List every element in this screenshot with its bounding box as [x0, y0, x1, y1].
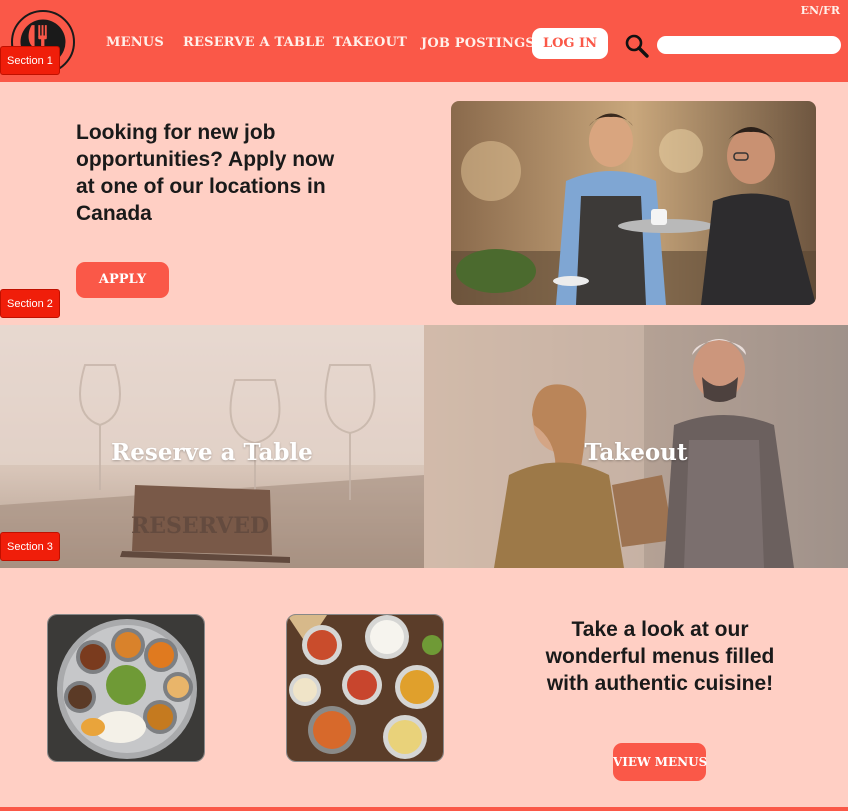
- menus-promo-headline: Take a look at our wonderful menus fille…: [545, 618, 775, 695]
- jobs-headline: Looking for new job opportunities? Apply…: [76, 121, 335, 225]
- site-header: MENUS RESERVE A TABLE TAKEOUT JOB POSTIN…: [0, 0, 848, 82]
- view-menus-button[interactable]: VIEW MENUS: [613, 743, 707, 781]
- footer-strip: [0, 807, 848, 811]
- curry-spread-photo: [286, 614, 444, 762]
- search-input[interactable]: [657, 36, 841, 54]
- nav-reserve-table[interactable]: RESERVE A TABLE: [183, 35, 325, 50]
- section-tag-2: Section 2: [0, 289, 60, 318]
- waiter-serving-photo: [451, 101, 816, 305]
- section-tag-3: Section 3: [0, 532, 60, 561]
- login-button[interactable]: LOG IN: [532, 28, 608, 59]
- thali-plate-photo: [47, 614, 205, 762]
- reserve-table-title: Reserve a Table: [111, 439, 313, 466]
- language-toggle[interactable]: EN/FR: [801, 4, 840, 17]
- takeout-title: Takeout: [584, 439, 688, 466]
- search-icon[interactable]: [624, 33, 650, 59]
- takeout-card[interactable]: Takeout: [424, 325, 848, 568]
- reserve-table-card[interactable]: RESERVED Reserve a Table: [0, 325, 424, 568]
- apply-button[interactable]: APPLY: [76, 262, 169, 298]
- nav-menus[interactable]: MENUS: [106, 35, 164, 50]
- nav-job-postings[interactable]: JOB POSTINGS: [421, 36, 535, 51]
- section-tag-1: Section 1: [0, 46, 60, 75]
- nav-takeout[interactable]: TAKEOUT: [333, 35, 407, 50]
